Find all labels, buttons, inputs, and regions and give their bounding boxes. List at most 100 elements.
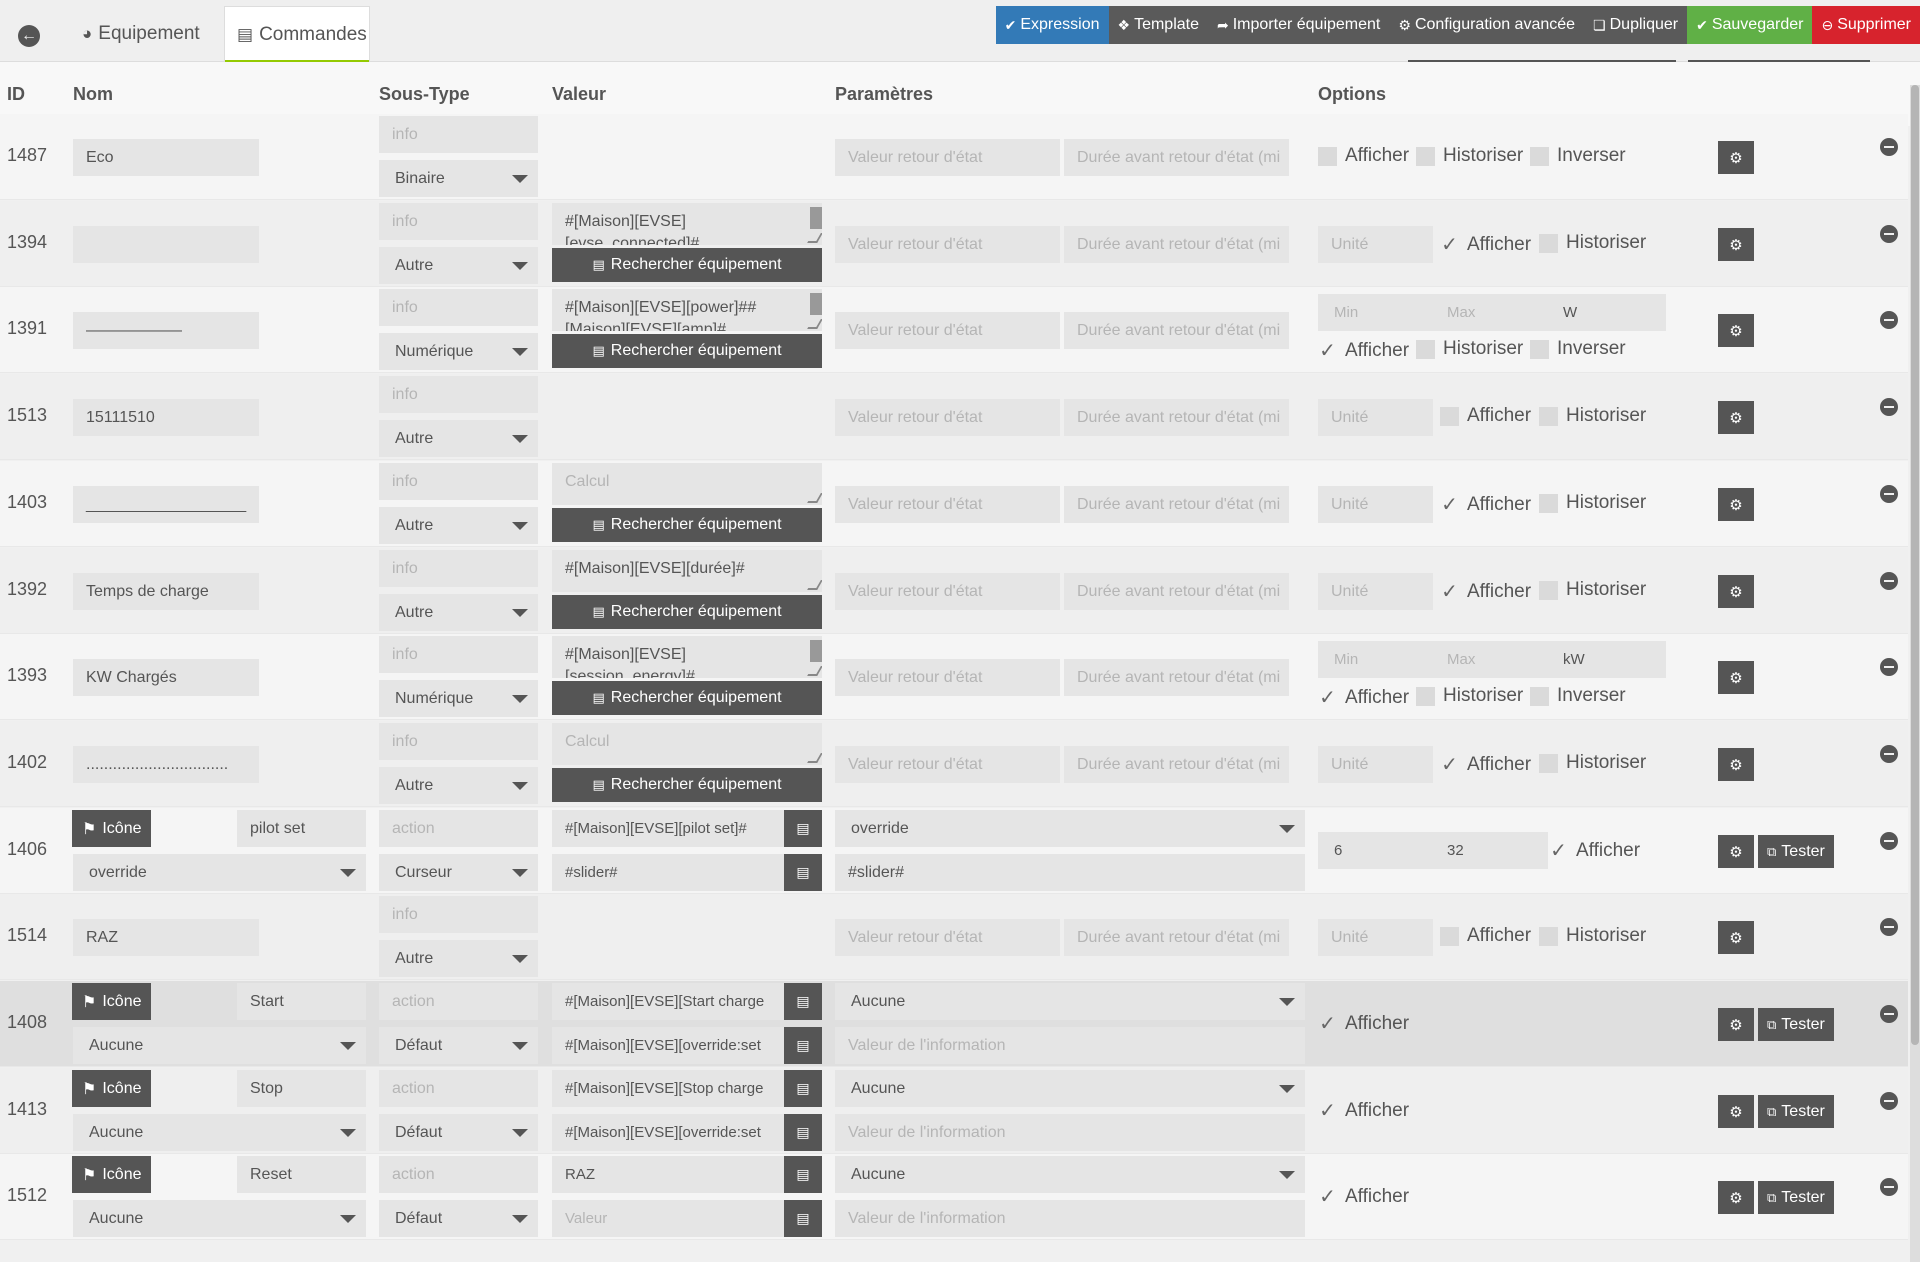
- search-equipment-button[interactable]: ▤ Rechercher équipement: [552, 508, 822, 542]
- return-duration-input[interactable]: Durée avant retour d'état (mi: [1064, 919, 1289, 956]
- import-equipment-button[interactable]: ➦ Importer équipement: [1208, 6, 1390, 44]
- remove-command-icon[interactable]: [1880, 1092, 1898, 1110]
- config-button[interactable]: ⚙: [1718, 1095, 1754, 1128]
- historize-checkbox[interactable]: Historiser: [1416, 145, 1523, 167]
- value-input-2[interactable]: #slider#: [552, 854, 784, 891]
- remove-command-icon[interactable]: [1880, 398, 1898, 416]
- param-select[interactable]: Aucune: [835, 1070, 1305, 1107]
- icon-button[interactable]: ⚑ Icône: [72, 1156, 152, 1193]
- value-input-2[interactable]: #[Maison][EVSE][override:set: [552, 1114, 784, 1151]
- resize-grip-icon[interactable]: [807, 666, 822, 676]
- unit-input[interactable]: Unité: [1318, 919, 1433, 956]
- config-button[interactable]: ⚙: [1718, 228, 1754, 261]
- subtype-select[interactable]: Autre: [379, 767, 538, 804]
- config-button[interactable]: ⚙: [1718, 661, 1754, 694]
- type-select[interactable]: info: [379, 116, 538, 153]
- name-input[interactable]: 15111510: [73, 399, 259, 436]
- min-max-unit-inputs[interactable]: Min Max kW: [1318, 641, 1666, 678]
- remove-command-icon[interactable]: [1880, 745, 1898, 763]
- show-checkbox[interactable]: ✓ Afficher: [1440, 232, 1531, 257]
- return-duration-input[interactable]: Durée avant retour d'état (mi: [1064, 139, 1289, 176]
- value-textarea[interactable]: #[Maison][EVSE] [session_energy]#: [552, 636, 822, 678]
- value-input[interactable]: #[Maison][EVSE][Stop charge: [552, 1070, 784, 1107]
- unit-input[interactable]: Unité: [1318, 399, 1433, 436]
- back-arrow-icon[interactable]: ←: [18, 25, 40, 47]
- type-select[interactable]: info: [379, 376, 538, 413]
- remove-command-icon[interactable]: [1880, 572, 1898, 590]
- historize-checkbox[interactable]: Historiser: [1539, 232, 1646, 254]
- type-select[interactable]: info: [379, 636, 538, 673]
- value-textarea[interactable]: #[Maison][EVSE][durée]#: [552, 550, 822, 592]
- return-duration-input[interactable]: Durée avant retour d'état (mi: [1064, 226, 1289, 263]
- name-input[interactable]: Stop: [237, 1070, 366, 1107]
- info-value-input[interactable]: Valeur de l'information: [835, 1027, 1305, 1064]
- remove-command-icon[interactable]: [1880, 138, 1898, 156]
- remove-command-icon[interactable]: [1880, 311, 1898, 329]
- historize-checkbox[interactable]: Historiser: [1416, 338, 1523, 360]
- show-checkbox[interactable]: ✓ Afficher: [1318, 1184, 1409, 1209]
- name-input[interactable]: KW Chargés: [73, 659, 259, 696]
- return-duration-input[interactable]: Durée avant retour d'état (mi: [1064, 312, 1289, 349]
- name-input[interactable]: ——————: [73, 312, 259, 349]
- resize-grip-icon[interactable]: [807, 580, 822, 590]
- config-button[interactable]: ⚙: [1718, 748, 1754, 781]
- show-checkbox[interactable]: Afficher: [1440, 925, 1531, 947]
- config-button[interactable]: ⚙: [1718, 488, 1754, 521]
- icon-link-select[interactable]: Aucune: [73, 1114, 366, 1151]
- return-value-input[interactable]: Valeur retour d'état: [835, 573, 1060, 610]
- show-checkbox[interactable]: ✓ Afficher: [1440, 579, 1531, 604]
- tab-equipement[interactable]: ◕ Equipement: [70, 6, 212, 62]
- icon-button[interactable]: ⚑ Icône: [72, 983, 152, 1020]
- historize-checkbox[interactable]: Historiser: [1539, 492, 1646, 514]
- type-select[interactable]: info: [379, 289, 538, 326]
- resize-grip-icon[interactable]: [807, 233, 822, 243]
- show-checkbox[interactable]: ✓ Afficher: [1318, 1098, 1409, 1123]
- value-textarea[interactable]: #[Maison][EVSE][power]## [Maison][EVSE][a…: [552, 289, 822, 331]
- icon-button[interactable]: ⚑ Icône: [72, 1070, 152, 1107]
- remove-command-icon[interactable]: [1880, 1005, 1898, 1023]
- search-equipment-button[interactable]: ▤ Rechercher équipement: [552, 248, 822, 282]
- scrollbar-thumb[interactable]: [1911, 85, 1919, 1045]
- value-input[interactable]: RAZ: [552, 1156, 784, 1193]
- type-select[interactable]: action: [379, 810, 538, 847]
- subtype-select[interactable]: Curseur: [379, 854, 538, 891]
- remove-command-icon[interactable]: [1880, 485, 1898, 503]
- advanced-config-button[interactable]: ⚙ Configuration avancée: [1389, 6, 1585, 44]
- textarea-scrollbar[interactable]: [810, 207, 822, 229]
- name-input[interactable]: pilot set: [237, 810, 366, 847]
- list-button[interactable]: ▤: [784, 983, 822, 1020]
- remove-command-icon[interactable]: [1880, 225, 1898, 243]
- list-button[interactable]: ▤: [784, 1114, 822, 1151]
- value-input[interactable]: #[Maison][EVSE][Start charge: [552, 983, 784, 1020]
- param-select[interactable]: Aucune: [835, 1156, 1305, 1193]
- subtype-select[interactable]: Numérique: [379, 333, 538, 370]
- show-checkbox[interactable]: ✓ Afficher: [1440, 492, 1531, 517]
- show-checkbox[interactable]: Afficher: [1318, 145, 1409, 167]
- return-value-input[interactable]: Valeur retour d'état: [835, 659, 1060, 696]
- type-select[interactable]: info: [379, 203, 538, 240]
- search-equipment-button[interactable]: ▤ Rechercher équipement: [552, 681, 822, 715]
- value-input-2[interactable]: #[Maison][EVSE][override:set: [552, 1027, 784, 1064]
- show-checkbox[interactable]: ✓ Afficher: [1549, 838, 1640, 863]
- config-button[interactable]: ⚙: [1718, 1008, 1754, 1041]
- value-input-2[interactable]: Valeur: [552, 1200, 784, 1237]
- type-select[interactable]: info: [379, 723, 538, 760]
- return-duration-input[interactable]: Durée avant retour d'état (mi: [1064, 486, 1289, 523]
- remove-command-icon[interactable]: [1880, 658, 1898, 676]
- textarea-scrollbar[interactable]: [810, 293, 822, 315]
- name-input[interactable]: Temps de charge: [73, 573, 259, 610]
- return-value-input[interactable]: Valeur retour d'état: [835, 746, 1060, 783]
- type-select[interactable]: info: [379, 463, 538, 500]
- type-select[interactable]: action: [379, 983, 538, 1020]
- unit-input[interactable]: Unité: [1318, 573, 1433, 610]
- config-button[interactable]: ⚙: [1718, 401, 1754, 434]
- min-max-inputs[interactable]: 6 32: [1318, 832, 1548, 869]
- duplicate-button[interactable]: ❏ Dupliquer: [1584, 6, 1688, 44]
- list-button[interactable]: ▤: [784, 1027, 822, 1064]
- invert-checkbox[interactable]: Inverser: [1530, 145, 1626, 167]
- list-button[interactable]: ▤: [784, 854, 822, 891]
- subtype-select[interactable]: Autre: [379, 507, 538, 544]
- remove-command-icon[interactable]: [1880, 918, 1898, 936]
- subtype-select[interactable]: Défaut: [379, 1114, 538, 1151]
- show-checkbox[interactable]: ✓ Afficher: [1318, 1011, 1409, 1036]
